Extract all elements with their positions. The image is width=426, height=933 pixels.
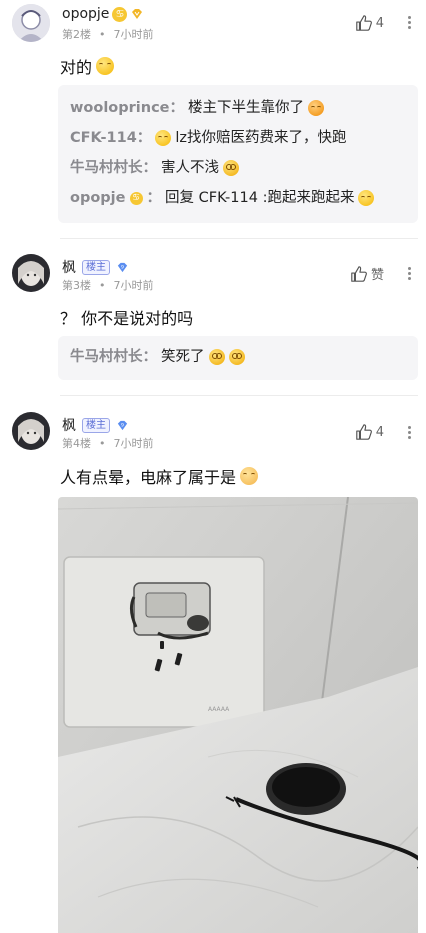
thumbs-up-icon — [355, 15, 372, 31]
username-row: 枫 楼主 9 — [62, 415, 129, 435]
divider — [60, 238, 418, 239]
dizzy-emoji-icon — [240, 467, 259, 485]
post-text: 对的 — [60, 58, 93, 77]
post-photo[interactable]: AAAAA — [58, 497, 418, 933]
shocked-emoji-icon — [208, 349, 225, 365]
reply-author[interactable]: CFK-114： — [70, 123, 151, 153]
post-meta: 第2楼 • 7小时前 — [62, 26, 154, 42]
sub-reply: CFK-114： lz找你赔医药费来了，快跑 — [70, 123, 406, 153]
reply-separator: ： — [146, 190, 162, 206]
sub-reply: 牛马村村长： 笑死了 — [70, 342, 406, 372]
reply-text: lz找你赔医药费来了，快跑 — [175, 130, 347, 146]
avatar-image — [12, 412, 50, 450]
avatar-image — [12, 4, 50, 42]
floor-number: 第2楼 — [62, 28, 91, 41]
smile-emoji-icon — [155, 130, 172, 146]
reply-text: 回复 CFK-114 :跑起来跑起来 — [165, 190, 355, 206]
like-label: 赞 — [370, 268, 384, 283]
sub-replies[interactable]: 牛马村村长： 笑死了 — [58, 336, 418, 380]
username[interactable]: opopje — [62, 6, 109, 22]
svg-text:AAAAA: AAAAA — [208, 706, 230, 713]
sub-reply: opopje ♋ ： 回复 CFK-114 :跑起来跑起来 — [70, 183, 406, 213]
post-content: 对的 — [60, 54, 115, 78]
more-options-icon[interactable] — [408, 14, 412, 31]
meta-dot: • — [99, 436, 106, 450]
avatar-image — [12, 254, 50, 292]
zodiac-icon: ♋ — [112, 6, 128, 22]
svg-text:9: 9 — [121, 422, 124, 428]
like-button[interactable]: 赞 — [350, 264, 384, 283]
username-row: opopje ♋ — [62, 6, 144, 22]
post-content: ？ 你不是说对的吗 — [60, 305, 193, 329]
vip-diamond-icon — [132, 9, 143, 19]
username[interactable]: 枫 — [62, 257, 76, 277]
floor-number: 第3楼 — [62, 279, 91, 292]
avatar[interactable] — [12, 412, 50, 450]
meta-dot: • — [99, 27, 106, 41]
like-count: 4 — [375, 424, 384, 440]
username-row: 枫 楼主 9 — [62, 257, 129, 277]
burnt-socket-photo: AAAAA — [58, 497, 418, 933]
smile-emoji-icon — [358, 190, 375, 206]
shocked-emoji-icon — [223, 160, 239, 176]
svg-text:9: 9 — [121, 264, 124, 270]
post-content: 人有点晕，电麻了属于是 — [60, 464, 259, 488]
level-gem-icon: 9 — [117, 262, 128, 272]
post-time: 7小时前 — [113, 28, 154, 41]
post-time: 7小时前 — [113, 437, 154, 450]
reply-author[interactable]: 牛马村村长： — [70, 153, 157, 183]
username[interactable]: 枫 — [62, 415, 76, 435]
reply-author[interactable]: opopje — [70, 183, 126, 213]
zodiac-icon: ♋ — [129, 191, 143, 205]
more-options-icon[interactable] — [408, 265, 412, 282]
smile-emoji-icon — [96, 57, 115, 75]
avatar[interactable] — [12, 254, 50, 292]
meta-dot: • — [99, 278, 106, 292]
level-gem-icon: 9 — [117, 420, 128, 430]
post-text: 人有点晕，电麻了属于是 — [60, 468, 237, 487]
sub-reply: wooloprince： 楼主下半生靠你了 — [70, 93, 406, 123]
post-meta: 第3楼 • 7小时前 — [62, 277, 154, 293]
more-options-icon[interactable] — [408, 424, 412, 441]
thumbs-up-icon — [351, 265, 367, 282]
floor-number: 第4楼 — [62, 437, 91, 450]
post-time: 7小时前 — [113, 279, 154, 292]
reply-text: 楼主下半生靠你了 — [188, 100, 305, 116]
reply-text: 笑死了 — [161, 349, 205, 365]
like-button[interactable]: 4 — [355, 423, 384, 441]
thumbs-up-icon — [355, 424, 372, 440]
post-meta: 第4楼 • 7小时前 — [62, 435, 154, 451]
reply-author[interactable]: 牛马村村长： — [70, 342, 157, 372]
op-tag: 楼主 — [82, 417, 110, 433]
divider — [60, 395, 418, 396]
tongue-emoji-icon — [308, 100, 325, 116]
reply-author[interactable]: wooloprince： — [70, 93, 184, 123]
post-text: ？ 你不是说对的吗 — [60, 309, 194, 328]
like-count: 4 — [375, 15, 384, 31]
sub-replies[interactable]: wooloprince： 楼主下半生靠你了 CFK-114： lz找你赔医药费来… — [58, 85, 418, 223]
sub-reply: 牛马村村长： 害人不浅 — [70, 153, 406, 183]
avatar[interactable] — [12, 4, 50, 42]
reply-text: 害人不浅 — [161, 160, 219, 176]
shocked-emoji-icon — [228, 349, 245, 365]
like-button[interactable]: 4 — [355, 14, 384, 32]
op-tag: 楼主 — [82, 259, 110, 275]
